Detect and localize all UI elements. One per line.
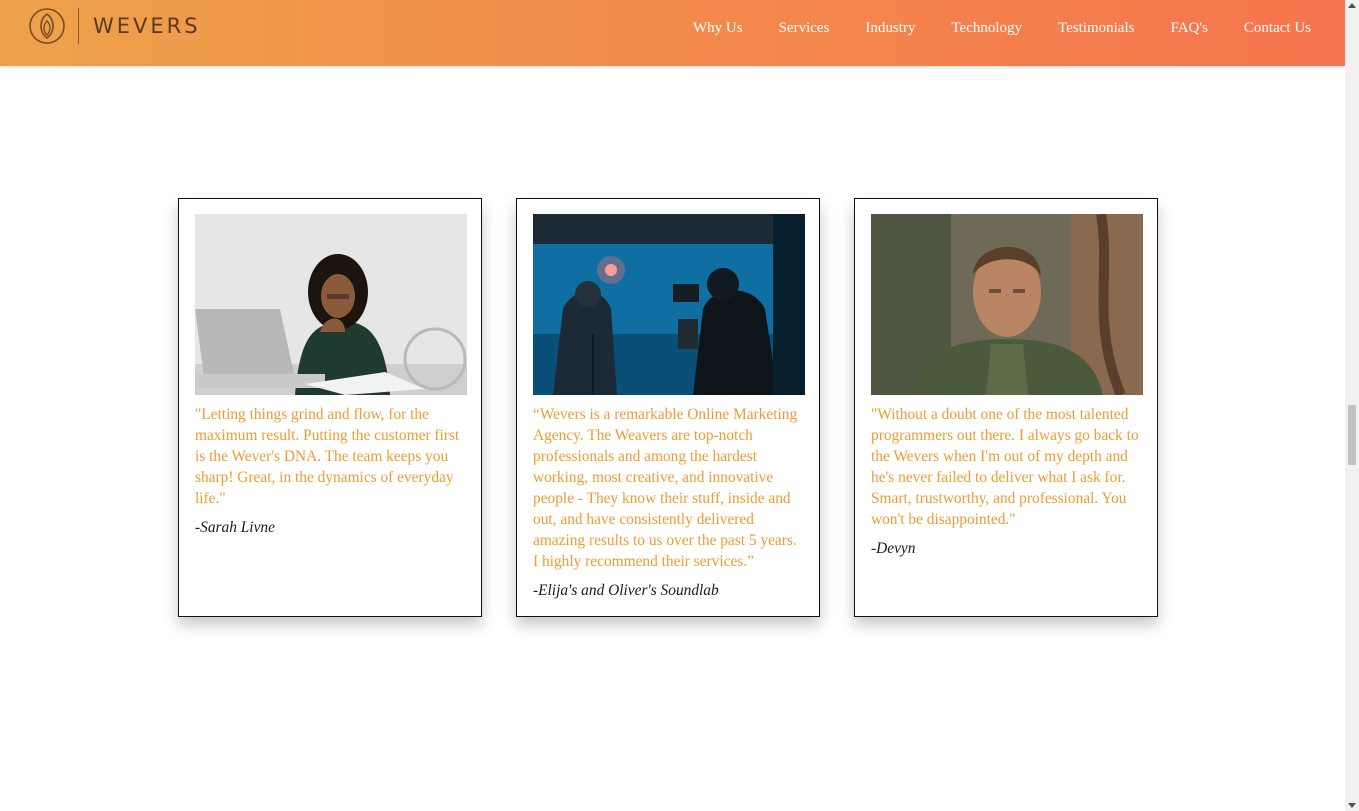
testimonial-quote: “Wevers is a remarkable Online Marketing… xyxy=(533,404,805,601)
testimonial-card: “Wevers is a remarkable Online Marketing… xyxy=(516,198,820,617)
nav-contact-us[interactable]: Contact Us xyxy=(1244,20,1311,37)
testimonial-author: -Devyn xyxy=(871,540,916,557)
testimonial-author: -Elija's and Oliver's Soundlab xyxy=(533,582,719,599)
testimonial-author: -Sarah Livne xyxy=(195,519,275,536)
nav-industry[interactable]: Industry xyxy=(865,20,915,37)
man-portrait-photo xyxy=(871,214,1143,395)
scroll-thumb[interactable] xyxy=(1348,405,1356,465)
nav-technology[interactable]: Technology xyxy=(951,20,1022,37)
site-header: WEVERS Why Us Services Industry Technolo… xyxy=(0,0,1345,66)
logo-divider xyxy=(78,8,79,44)
nav-services[interactable]: Services xyxy=(779,20,830,37)
nav-faqs[interactable]: FAQ's xyxy=(1170,20,1207,37)
woman-with-laptop-photo xyxy=(195,214,467,395)
testimonial-card: "Letting things grind and flow, for the … xyxy=(178,198,482,617)
scroll-down-icon[interactable] xyxy=(1348,803,1356,808)
logo[interactable]: WEVERS xyxy=(28,7,201,45)
testimonial-card: "Without a doubt one of the most talente… xyxy=(854,198,1158,617)
vertical-scrollbar[interactable] xyxy=(1345,0,1359,811)
nav-testimonials[interactable]: Testimonials xyxy=(1058,20,1134,37)
quote-text: "Letting things grind and flow, for the … xyxy=(195,406,460,507)
lotus-icon xyxy=(29,8,65,44)
quote-text: “Wevers is a remarkable Online Marketing… xyxy=(533,406,798,570)
brand-name: WEVERS xyxy=(93,14,201,38)
testimonial-quote: "Letting things grind and flow, for the … xyxy=(195,404,467,538)
scroll-up-icon[interactable] xyxy=(1348,3,1356,8)
quote-text: "Without a doubt one of the most talente… xyxy=(871,406,1139,528)
film-studio-photo xyxy=(533,214,805,395)
testimonial-quote: "Without a doubt one of the most talente… xyxy=(871,404,1143,559)
main-nav: Why Us Services Industry Technology Test… xyxy=(657,20,1311,37)
nav-why-us[interactable]: Why Us xyxy=(693,20,743,37)
